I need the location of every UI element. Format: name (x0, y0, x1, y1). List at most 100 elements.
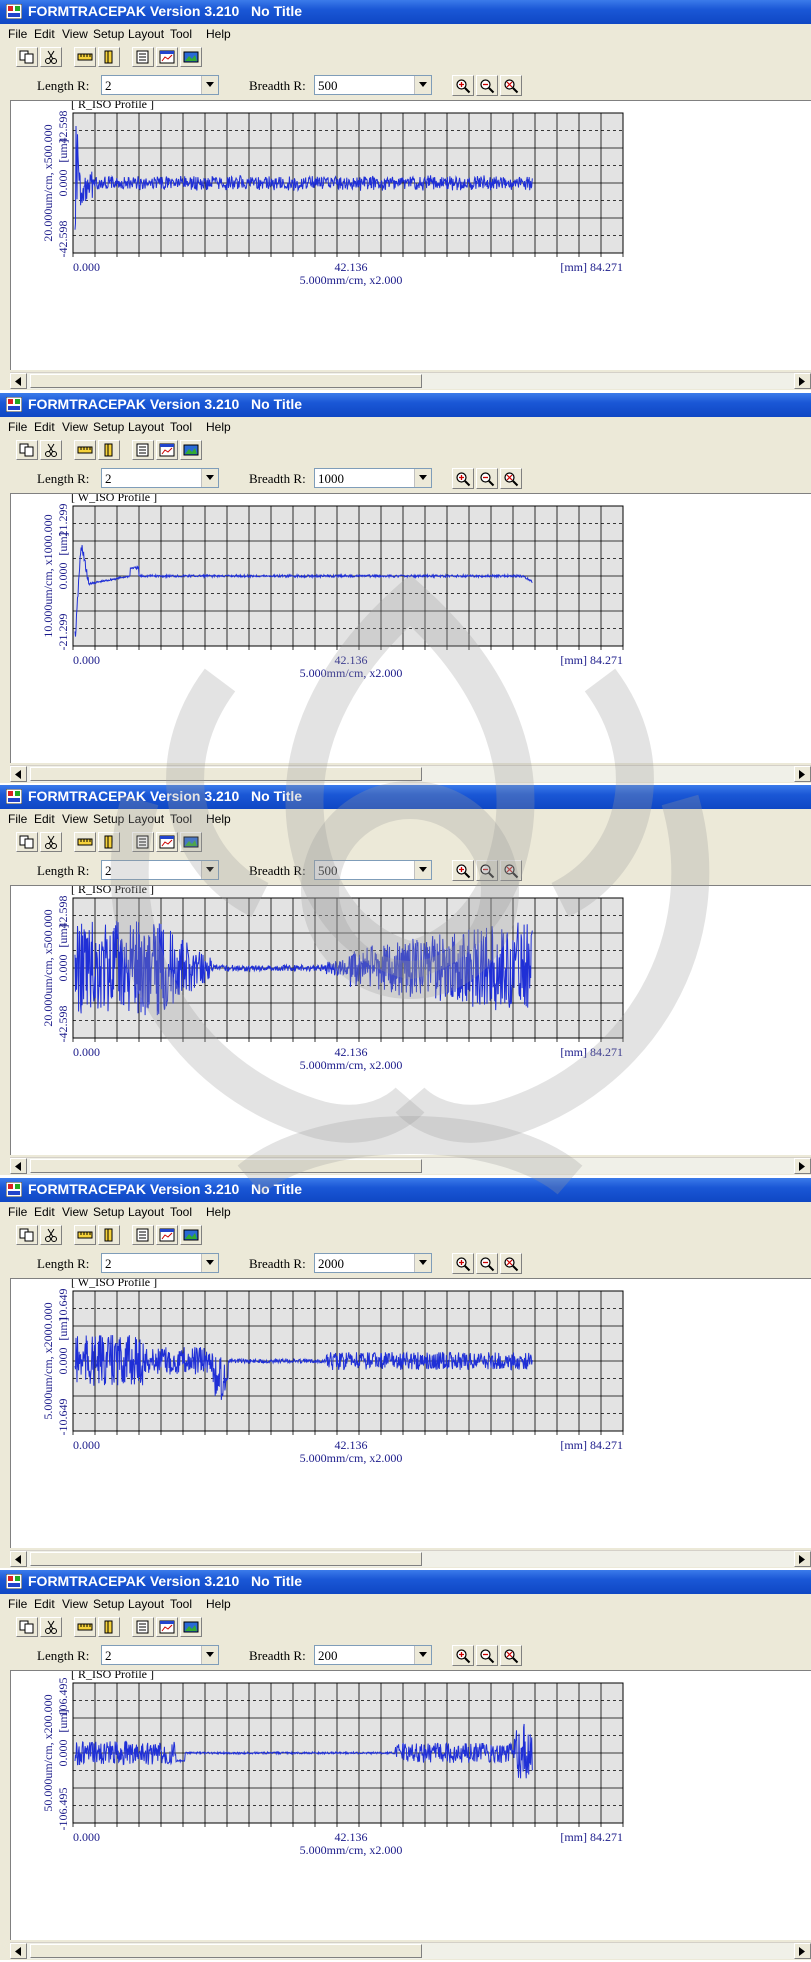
zoom-out-button[interactable] (476, 1253, 498, 1274)
zoom-fit-button[interactable] (500, 75, 522, 96)
length-dropdown-button[interactable] (201, 1646, 218, 1664)
length-dropdown-button[interactable] (201, 76, 218, 94)
picture-button[interactable] (180, 1617, 202, 1637)
menu-layout[interactable]: Layout (128, 27, 164, 41)
picture-button[interactable] (180, 1225, 202, 1245)
horizontal-scrollbar[interactable] (10, 1550, 811, 1567)
ruler-button[interactable] (74, 1225, 96, 1245)
zoom-in-button[interactable] (452, 468, 474, 489)
zoom-in-button[interactable] (452, 75, 474, 96)
page-button[interactable] (132, 440, 154, 460)
cut-button[interactable] (40, 1225, 62, 1245)
column-button[interactable] (98, 832, 120, 852)
zoom-fit-button[interactable] (500, 468, 522, 489)
cut-button[interactable] (40, 832, 62, 852)
horizontal-scrollbar[interactable] (10, 1942, 811, 1959)
scroll-left-button[interactable] (10, 1158, 27, 1174)
horizontal-scrollbar[interactable] (10, 372, 811, 389)
copy-button[interactable] (16, 1225, 38, 1245)
copy-button[interactable] (16, 47, 38, 67)
scroll-right-button[interactable] (794, 1943, 811, 1959)
title-bar[interactable]: FORMTRACEPAK Version 3.210 No Title (0, 0, 811, 24)
menu-edit[interactable]: Edit (34, 812, 55, 826)
scroll-left-button[interactable] (10, 1943, 27, 1959)
scrollbar-thumb[interactable] (30, 767, 422, 781)
menu-help[interactable]: Help (206, 27, 231, 41)
length-select[interactable]: 2 (101, 1645, 219, 1665)
length-select[interactable]: 2 (101, 1253, 219, 1273)
column-button[interactable] (98, 440, 120, 460)
length-select[interactable]: 2 (101, 75, 219, 95)
zoom-fit-button[interactable] (500, 1645, 522, 1666)
breadth-select[interactable]: 1000 (314, 468, 432, 488)
zoom-in-button[interactable] (452, 860, 474, 881)
zoom-out-button[interactable] (476, 468, 498, 489)
menu-layout[interactable]: Layout (128, 1205, 164, 1219)
ruler-button[interactable] (74, 1617, 96, 1637)
picture-button[interactable] (180, 440, 202, 460)
menu-tool[interactable]: Tool (170, 27, 192, 41)
horizontal-scrollbar[interactable] (10, 1157, 811, 1174)
column-button[interactable] (98, 47, 120, 67)
scroll-right-button[interactable] (794, 1158, 811, 1174)
menu-tool[interactable]: Tool (170, 1597, 192, 1611)
copy-button[interactable] (16, 1617, 38, 1637)
chart-window-button[interactable] (156, 1617, 178, 1637)
menu-view[interactable]: View (62, 27, 88, 41)
breadth-dropdown-button[interactable] (414, 1646, 431, 1664)
chart-window-button[interactable] (156, 1225, 178, 1245)
horizontal-scrollbar[interactable] (10, 765, 811, 782)
menu-edit[interactable]: Edit (34, 1597, 55, 1611)
menu-setup[interactable]: Setup (93, 1205, 124, 1219)
menu-file[interactable]: File (8, 420, 27, 434)
page-button[interactable] (132, 832, 154, 852)
cut-button[interactable] (40, 1617, 62, 1637)
title-bar[interactable]: FORMTRACEPAK Version 3.210 No Title (0, 1178, 811, 1202)
length-select[interactable]: 2 (101, 860, 219, 880)
menu-file[interactable]: File (8, 1597, 27, 1611)
zoom-fit-button[interactable] (500, 860, 522, 881)
menu-setup[interactable]: Setup (93, 27, 124, 41)
menu-edit[interactable]: Edit (34, 1205, 55, 1219)
menu-setup[interactable]: Setup (93, 812, 124, 826)
breadth-select[interactable]: 500 (314, 75, 432, 95)
length-dropdown-button[interactable] (201, 469, 218, 487)
menu-help[interactable]: Help (206, 420, 231, 434)
ruler-button[interactable] (74, 832, 96, 852)
zoom-in-button[interactable] (452, 1253, 474, 1274)
menu-help[interactable]: Help (206, 812, 231, 826)
column-button[interactable] (98, 1225, 120, 1245)
menu-setup[interactable]: Setup (93, 420, 124, 434)
breadth-dropdown-button[interactable] (414, 1254, 431, 1272)
zoom-out-button[interactable] (476, 1645, 498, 1666)
scroll-right-button[interactable] (794, 766, 811, 782)
chart-window-button[interactable] (156, 832, 178, 852)
scrollbar-thumb[interactable] (30, 374, 422, 388)
menu-file[interactable]: File (8, 1205, 27, 1219)
menu-file[interactable]: File (8, 27, 27, 41)
page-button[interactable] (132, 1617, 154, 1637)
menu-file[interactable]: File (8, 812, 27, 826)
scroll-right-button[interactable] (794, 1551, 811, 1567)
column-button[interactable] (98, 1617, 120, 1637)
menu-view[interactable]: View (62, 420, 88, 434)
scrollbar-thumb[interactable] (30, 1552, 422, 1566)
zoom-out-button[interactable] (476, 75, 498, 96)
menu-view[interactable]: View (62, 812, 88, 826)
picture-button[interactable] (180, 47, 202, 67)
scrollbar-thumb[interactable] (30, 1159, 422, 1173)
scroll-right-button[interactable] (794, 373, 811, 389)
zoom-in-button[interactable] (452, 1645, 474, 1666)
title-bar[interactable]: FORMTRACEPAK Version 3.210 No Title (0, 393, 811, 417)
breadth-select[interactable]: 2000 (314, 1253, 432, 1273)
picture-button[interactable] (180, 832, 202, 852)
menu-tool[interactable]: Tool (170, 420, 192, 434)
title-bar[interactable]: FORMTRACEPAK Version 3.210 No Title (0, 1570, 811, 1594)
menu-help[interactable]: Help (206, 1205, 231, 1219)
menu-layout[interactable]: Layout (128, 1597, 164, 1611)
scroll-left-button[interactable] (10, 766, 27, 782)
chart-window-button[interactable] (156, 47, 178, 67)
title-bar[interactable]: FORMTRACEPAK Version 3.210 No Title (0, 785, 811, 809)
ruler-button[interactable] (74, 47, 96, 67)
menu-tool[interactable]: Tool (170, 1205, 192, 1219)
